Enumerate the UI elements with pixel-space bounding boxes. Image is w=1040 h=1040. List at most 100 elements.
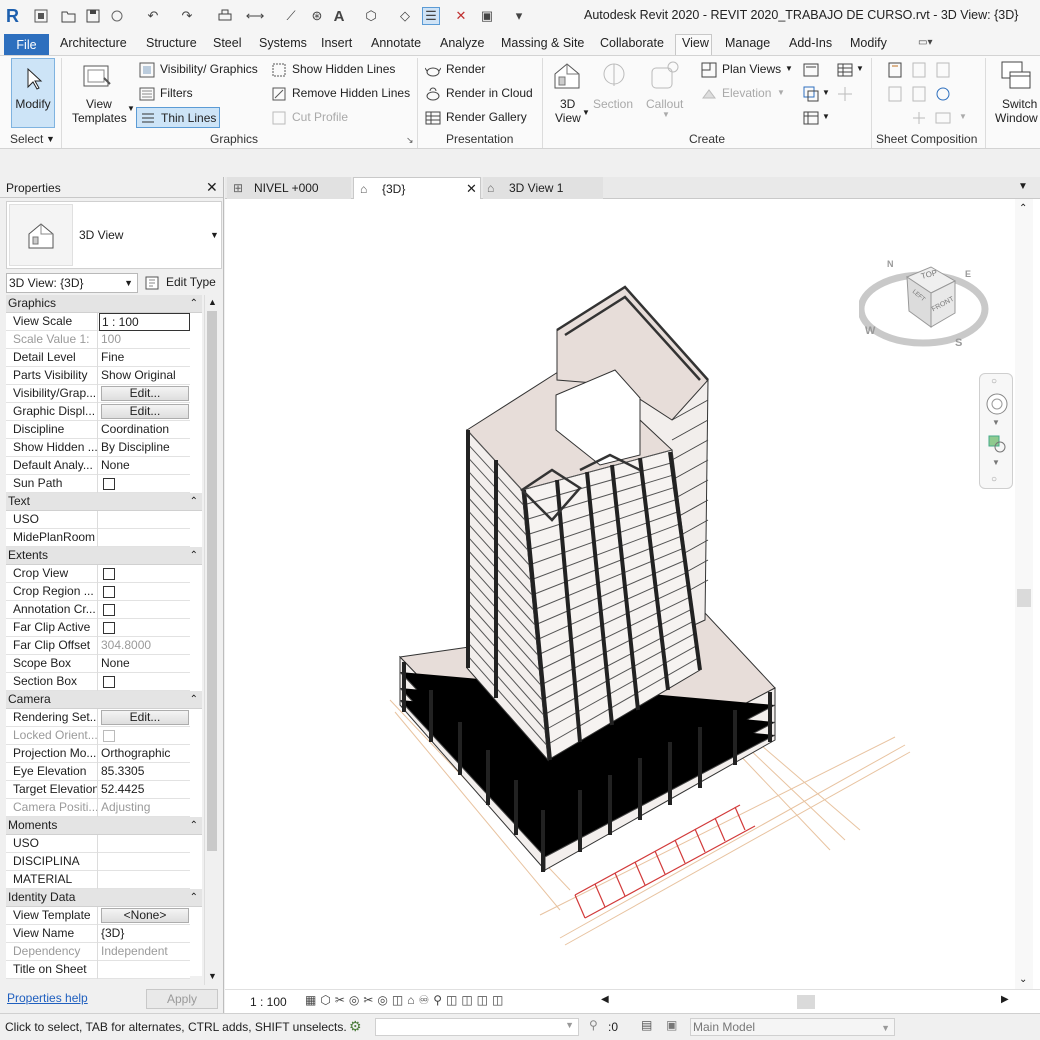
- viewcube[interactable]: TOP FRONT LEFT N E S W: [857, 247, 991, 359]
- tab-3d-active[interactable]: ⌂ {3D} ✕: [353, 177, 481, 199]
- customize-icon[interactable]: ▾: [510, 7, 528, 25]
- tab-manage[interactable]: Manage: [725, 36, 770, 50]
- show-hidden-lines-button[interactable]: Show Hidden Lines: [292, 62, 395, 76]
- dimension-icon[interactable]: ⟋: [282, 7, 300, 25]
- tab-steel[interactable]: Steel: [213, 36, 242, 50]
- tag-icon[interactable]: ⊛: [308, 7, 326, 25]
- title-on-sheet-value[interactable]: [99, 961, 190, 979]
- legends-dropdown-icon[interactable]: ▼: [822, 112, 830, 121]
- instance-filter-select[interactable]: 3D View: {3D} ▼: [6, 273, 138, 293]
- editing-requests-icon[interactable]: ▤: [641, 1018, 652, 1032]
- mideplanroom-value[interactable]: [99, 529, 190, 547]
- design-option-select[interactable]: Main Model ▼: [690, 1018, 895, 1036]
- apply-button[interactable]: Apply: [146, 989, 218, 1009]
- crop-region-checkbox[interactable]: [103, 586, 115, 598]
- view-templates-dropdown-icon[interactable]: ▼: [127, 104, 135, 113]
- section-box-checkbox[interactable]: [103, 676, 115, 688]
- scroll-up-icon[interactable]: ⌃: [1019, 203, 1027, 214]
- eye-elevation-value[interactable]: 85.3305: [99, 763, 190, 781]
- save-icon[interactable]: [84, 7, 102, 25]
- switch-windows-label-1[interactable]: Switch: [1002, 97, 1037, 111]
- measure-icon[interactable]: ⟷: [246, 7, 265, 25]
- default-analysis-value[interactable]: None: [99, 457, 190, 475]
- properties-help-link[interactable]: Properties help: [7, 991, 88, 1005]
- tab-insert[interactable]: Insert: [321, 36, 352, 50]
- tab-add-ins[interactable]: Add-Ins: [789, 36, 832, 50]
- compass-e[interactable]: E: [965, 269, 971, 279]
- view-templates-label-2[interactable]: Templates: [72, 111, 127, 125]
- zoom-region-icon[interactable]: [987, 434, 1007, 454]
- tab-view[interactable]: View: [682, 36, 709, 50]
- callout-button[interactable]: Callout: [646, 97, 683, 111]
- tab-collaborate[interactable]: Collaborate: [600, 36, 664, 50]
- 3d-view-dropdown-icon[interactable]: ▼: [582, 108, 590, 117]
- type-dropdown-icon[interactable]: ▼: [210, 230, 219, 240]
- far-clip-active-checkbox[interactable]: [103, 622, 115, 634]
- section-icon[interactable]: ◇: [396, 7, 414, 25]
- steering-wheel-icon[interactable]: [985, 392, 1009, 416]
- target-elevation-value[interactable]: 52.4425: [99, 781, 190, 799]
- tab-architecture[interactable]: Architecture: [60, 36, 127, 50]
- uso-value[interactable]: [99, 511, 190, 529]
- wheel-dropdown-icon[interactable]: ▼: [992, 418, 1000, 427]
- nav-bar-close-icon[interactable]: ○: [991, 376, 997, 387]
- switch-windows-label-2[interactable]: Window: [995, 111, 1038, 125]
- drawing-area[interactable]: ⊞ NIVEL +000 ⌂ {3D} ✕ ⌂ 3D View 1 ▼ TOP …: [225, 177, 1040, 1013]
- elevation-dropdown-icon[interactable]: ▼: [777, 88, 785, 97]
- 3d-view-label-2[interactable]: View: [555, 111, 581, 125]
- schedules-dropdown-icon[interactable]: ▼: [856, 64, 864, 73]
- scroll-down-icon[interactable]: ▼: [208, 971, 217, 981]
- home-icon[interactable]: [32, 7, 50, 25]
- select-dropdown-icon[interactable]: ▼: [46, 134, 55, 144]
- text-icon[interactable]: A: [330, 7, 348, 25]
- horizontal-scroll-thumb[interactable]: [797, 995, 815, 1009]
- tab-structure[interactable]: Structure: [146, 36, 197, 50]
- thin-lines-icon[interactable]: ☰: [422, 7, 440, 25]
- section-button[interactable]: Section: [593, 97, 633, 111]
- plan-views-dropdown-icon[interactable]: ▼: [785, 64, 793, 73]
- visibility-graphics-edit-button[interactable]: Edit...: [101, 386, 189, 401]
- scrollbar-thumb[interactable]: [207, 311, 217, 851]
- tab-file[interactable]: File: [4, 34, 49, 55]
- scroll-left-icon[interactable]: ◀: [601, 994, 609, 1005]
- group-graphics[interactable]: Graphics ⌃: [6, 295, 202, 313]
- open-icon[interactable]: [60, 7, 78, 25]
- view-scale-control[interactable]: 1 : 100: [250, 995, 287, 1009]
- worksharing-icon[interactable]: ⚙: [349, 1018, 362, 1035]
- view-vertical-scrollbar[interactable]: ⌃ ⌄: [1015, 199, 1033, 989]
- undo-icon[interactable]: ↶: [144, 7, 162, 25]
- parts-visibility-value[interactable]: Show Original: [99, 367, 190, 385]
- moments-uso-value[interactable]: [99, 835, 190, 853]
- sync-icon[interactable]: [108, 7, 126, 25]
- elevation-button[interactable]: Elevation: [722, 86, 771, 100]
- group-extents[interactable]: Extents ⌃: [6, 547, 202, 565]
- disciplina-value[interactable]: [99, 853, 190, 871]
- tab-nivel-000[interactable]: ⊞ NIVEL +000: [227, 177, 351, 199]
- 3d-view-label-1[interactable]: 3D: [560, 97, 575, 111]
- detail-level-value[interactable]: Fine: [99, 349, 190, 367]
- render-button[interactable]: Render: [446, 62, 485, 76]
- projection-mode-value[interactable]: Orthographic: [99, 745, 190, 763]
- properties-close-icon[interactable]: ✕: [206, 179, 218, 196]
- view-scale-input[interactable]: 1 : 100: [99, 313, 190, 331]
- properties-scrollbar[interactable]: ▲ ▼: [204, 295, 218, 985]
- scroll-up-icon[interactable]: ▲: [208, 297, 217, 307]
- compass-w[interactable]: W: [865, 325, 875, 337]
- select-panel-label[interactable]: Select: [10, 132, 43, 146]
- nav-bar-options-icon[interactable]: ○: [991, 474, 997, 485]
- tab-systems[interactable]: Systems: [259, 36, 307, 50]
- view-name-value[interactable]: {3D}: [99, 925, 190, 943]
- sun-path-checkbox[interactable]: [103, 478, 115, 490]
- filters-button[interactable]: Filters: [160, 86, 193, 100]
- filter-icon[interactable]: ⚲: [589, 1018, 598, 1032]
- graphic-display-edit-button[interactable]: Edit...: [101, 404, 189, 419]
- revit-logo-icon[interactable]: R: [6, 6, 24, 26]
- tab-3d-view-1[interactable]: ⌂ 3D View 1: [483, 177, 603, 199]
- thin-lines-button[interactable]: Thin Lines: [136, 107, 220, 128]
- duplicate-view-dropdown-icon[interactable]: ▼: [822, 88, 830, 97]
- tab-analyze[interactable]: Analyze: [440, 36, 484, 50]
- switch-windows-icon[interactable]: ▣: [478, 7, 496, 25]
- rendering-settings-edit-button[interactable]: Edit...: [101, 710, 189, 725]
- material-value[interactable]: [99, 871, 190, 889]
- render-gallery-button[interactable]: Render Gallery: [446, 110, 527, 124]
